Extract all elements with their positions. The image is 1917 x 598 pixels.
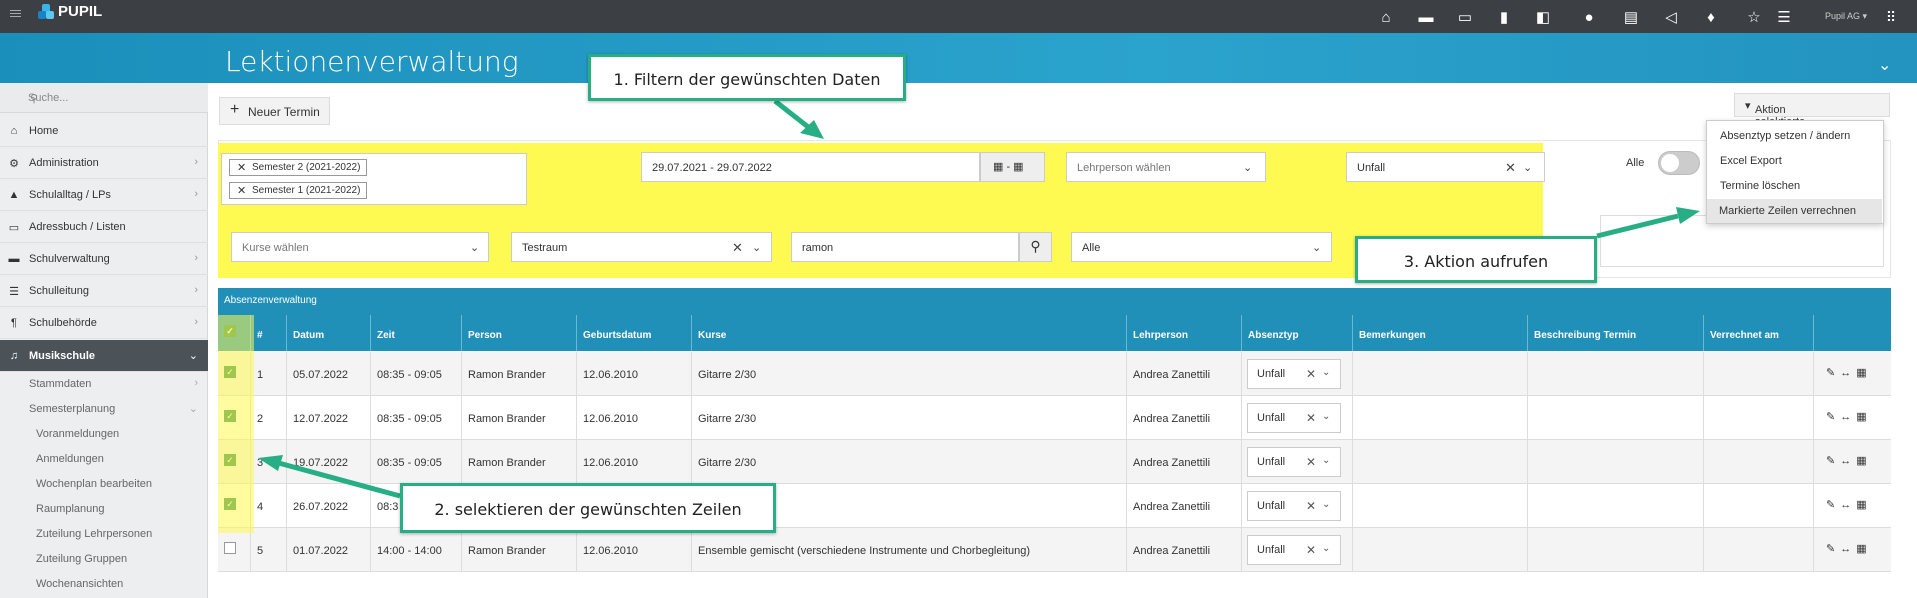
arrow-to-rows <box>274 459 401 499</box>
callout-arrows <box>258 99 1700 499</box>
arrowhead <box>1676 207 1700 224</box>
arrow-to-filters <box>773 99 814 132</box>
callout-action-step: 3. Aktion aufrufen <box>1355 236 1597 283</box>
arrowhead <box>258 455 283 471</box>
arrow-to-action <box>1596 213 1679 239</box>
callout-filter-step: 1. Filtern der gewünschten Daten <box>588 54 906 101</box>
callout-select-step: 2. selektieren der gewünschten Zeilen <box>400 483 776 533</box>
